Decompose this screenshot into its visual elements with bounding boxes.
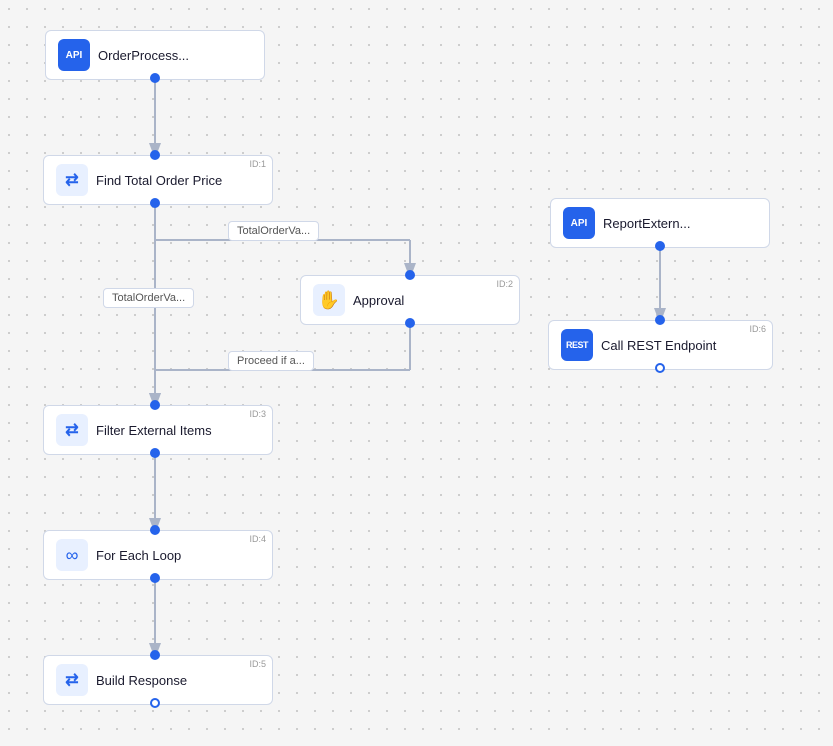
node-dot-filter-top xyxy=(150,400,160,410)
for-each-id: ID:4 xyxy=(249,534,266,544)
call-rest-label: Call REST Endpoint xyxy=(601,338,716,353)
split-icon: ⇄ xyxy=(56,164,88,196)
find-total-label: Find Total Order Price xyxy=(96,173,222,188)
find-total-id: ID:1 xyxy=(249,159,266,169)
filter-external-id: ID:3 xyxy=(249,409,266,419)
node-dot-foreach-bottom xyxy=(150,573,160,583)
build-response-id: ID:5 xyxy=(249,659,266,669)
node-dot-approval-top xyxy=(405,270,415,280)
report-extern-label: ReportExtern... xyxy=(603,216,690,231)
api-icon: API xyxy=(58,39,90,71)
rest-icon: REST xyxy=(561,329,593,361)
node-dot-foreach-top xyxy=(150,525,160,535)
report-api-icon: API xyxy=(563,207,595,239)
edges-layer xyxy=(0,0,833,746)
node-dot-rest-top xyxy=(655,315,665,325)
loop-icon: ∞ xyxy=(56,539,88,571)
build-split-icon: ⇄ xyxy=(56,664,88,696)
node-dot-approval-bottom xyxy=(405,318,415,328)
approval-label: Approval xyxy=(353,293,404,308)
node-dot-order-bottom xyxy=(150,73,160,83)
edge-label-totalorder-left: TotalOrderVa... xyxy=(103,288,194,308)
approval-id: ID:2 xyxy=(496,279,513,289)
order-process-label: OrderProcess... xyxy=(98,48,189,63)
node-dot-report-bottom xyxy=(655,241,665,251)
hand-icon: ✋ xyxy=(313,284,345,316)
build-response-node[interactable]: ID:5 ⇄ Build Response xyxy=(43,655,273,705)
filter-external-label: Filter External Items xyxy=(96,423,212,438)
node-dot-filter-bottom xyxy=(150,448,160,458)
find-total-node[interactable]: ID:1 ⇄ Find Total Order Price xyxy=(43,155,273,205)
filter-split-icon: ⇄ xyxy=(56,414,88,446)
filter-external-node[interactable]: ID:3 ⇄ Filter External Items xyxy=(43,405,273,455)
node-dot-find-bottom xyxy=(150,198,160,208)
build-response-label: Build Response xyxy=(96,673,187,688)
for-each-node[interactable]: ID:4 ∞ For Each Loop xyxy=(43,530,273,580)
node-dot-build-top xyxy=(150,650,160,660)
edge-label-totalorder-right: TotalOrderVa... xyxy=(228,221,319,241)
node-dot-rest-bottom xyxy=(655,363,665,373)
call-rest-id: ID:6 xyxy=(749,324,766,334)
node-dot-find-top xyxy=(150,150,160,160)
for-each-label: For Each Loop xyxy=(96,548,181,563)
node-dot-build-bottom xyxy=(150,698,160,708)
edge-label-proceed: Proceed if a... xyxy=(228,351,314,371)
